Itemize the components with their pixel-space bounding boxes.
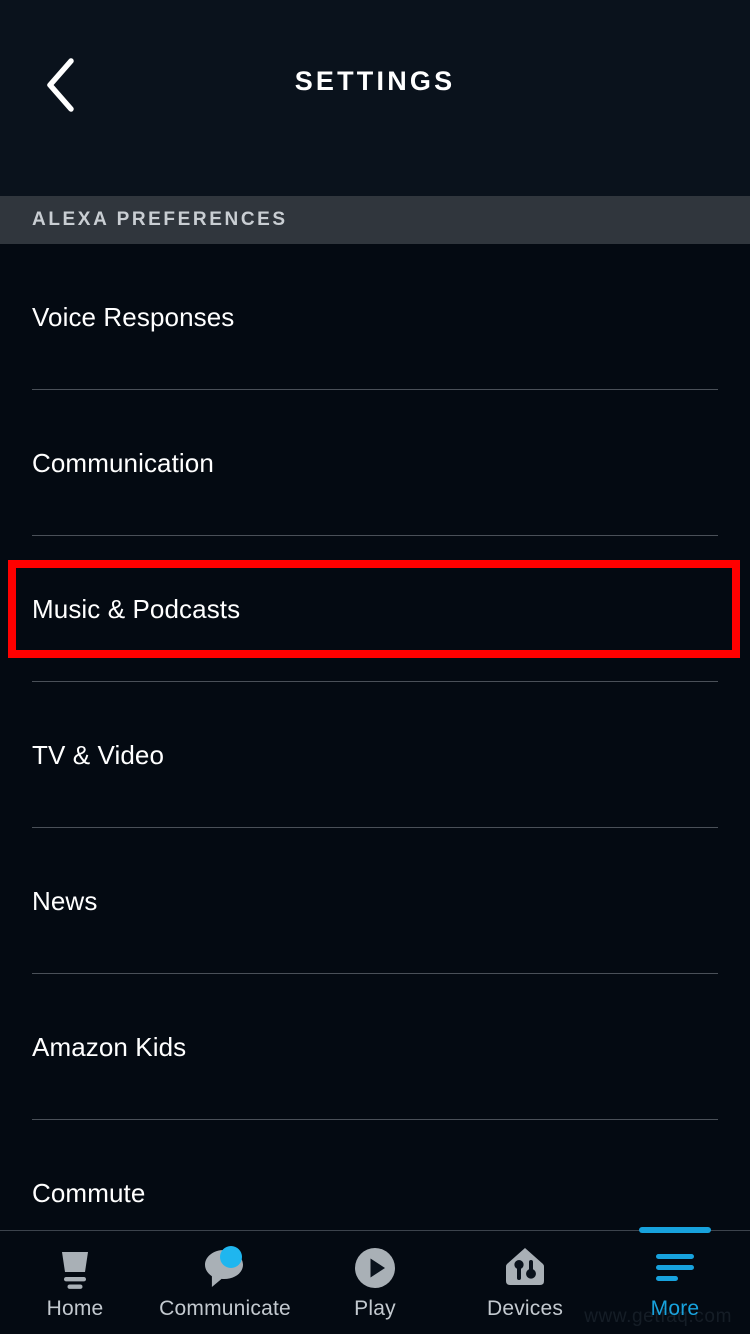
list-item-tv-and-video[interactable]: TV & Video [0, 682, 750, 828]
nav-tab-label: Communicate [159, 1297, 291, 1320]
echo-device-icon [53, 1245, 97, 1291]
speech-bubble-icon [202, 1245, 248, 1291]
list-item-label: Voice Responses [32, 301, 235, 332]
nav-tab-devices[interactable]: Devices [450, 1231, 600, 1334]
nav-tab-more[interactable]: More [600, 1227, 750, 1334]
list-item-voice-responses[interactable]: Voice Responses [0, 244, 750, 390]
list-item-label: News [32, 885, 98, 916]
list-item-amazon-kids[interactable]: Amazon Kids [0, 974, 750, 1120]
section-header-alexa-preferences: ALEXA PREFERENCES [0, 196, 750, 244]
nav-tab-label: Devices [486, 1297, 564, 1320]
section-header-label: ALEXA PREFERENCES [32, 209, 288, 230]
list-item-label: TV & Video [32, 739, 165, 770]
active-tab-indicator [639, 1227, 711, 1233]
nav-tab-label: Play [354, 1297, 396, 1320]
bottom-navigation-bar: Home Communicate Play Devices More [0, 1227, 750, 1334]
notification-badge [220, 1246, 242, 1268]
app-header: SETTINGS [0, 0, 750, 196]
page-title: SETTINGS [294, 66, 456, 96]
app-screen: SETTINGS ALEXA PREFERENCES Voice Respons… [0, 0, 750, 1334]
settings-list: Voice Responses Communication Music & Po… [0, 244, 750, 1230]
nav-tab-play[interactable]: Play [300, 1231, 450, 1334]
list-item-label: Communication [32, 447, 214, 478]
list-item-communication[interactable]: Communication [0, 390, 750, 536]
nav-tab-label: More [650, 1297, 700, 1320]
smart-home-icon [502, 1245, 548, 1291]
list-item-label: Amazon Kids [32, 1031, 187, 1062]
nav-tab-label: Home [46, 1297, 104, 1320]
hamburger-menu-icon [653, 1245, 697, 1291]
list-item-label: Music & Podcasts [32, 593, 241, 624]
play-circle-icon [352, 1245, 398, 1291]
list-item-music-and-podcasts[interactable]: Music & Podcasts [0, 536, 750, 682]
nav-tab-communicate[interactable]: Communicate [150, 1231, 300, 1334]
list-item-news[interactable]: News [0, 828, 750, 974]
nav-tab-home[interactable]: Home [0, 1231, 150, 1334]
